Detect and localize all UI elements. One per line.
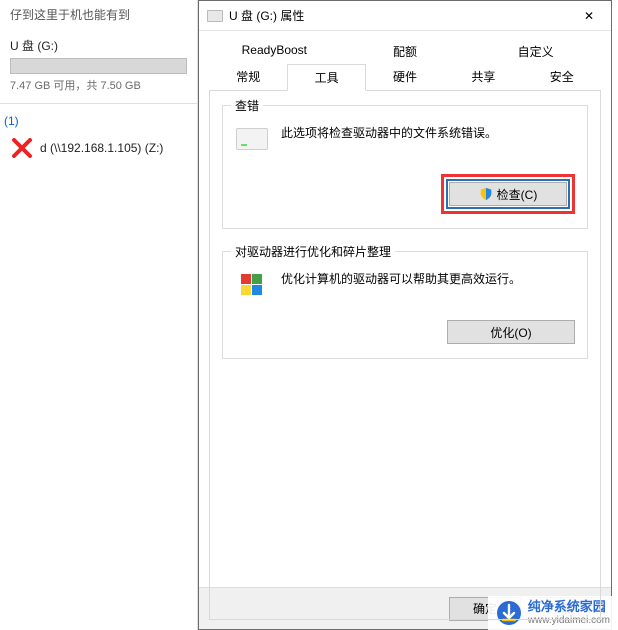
defrag-icon: [235, 268, 269, 302]
group-defrag-desc: 优化计算机的驱动器可以帮助其更高效运行。: [281, 268, 575, 302]
optimize-button[interactable]: 优化(O): [447, 320, 575, 344]
error-x-icon: [10, 136, 34, 160]
dialog-title: U 盘 (G:) 属性: [229, 7, 304, 24]
drive-usage-bar: [10, 58, 187, 74]
network-location-item[interactable]: d (\\192.168.1.105) (Z:): [0, 134, 197, 162]
drive-icon: [207, 10, 223, 22]
close-button[interactable]: ✕: [567, 1, 611, 31]
drive-card[interactable]: U 盘 (G:) 7.47 GB 可用，共 7.50 GB: [10, 37, 187, 93]
tab-row-bottom: 常规 工具 硬件 共享 安全: [209, 64, 601, 91]
check-button[interactable]: 检查(C): [449, 182, 567, 206]
titlebar: U 盘 (G:) 属性 ✕: [199, 1, 611, 31]
tabs-container: ReadyBoost 配额 自定义 常规 工具 硬件 共享 安全 查错 此选项将…: [199, 31, 611, 620]
tab-custom[interactable]: 自定义: [470, 39, 601, 64]
group-error-check: 查错 此选项将检查驱动器中的文件系统错误。: [222, 105, 588, 229]
network-location-label: d (\\192.168.1.105) (Z:): [40, 141, 163, 155]
tab-tools[interactable]: 工具: [287, 64, 365, 91]
group-error-check-legend: 查错: [231, 97, 263, 114]
drive-usage-text: 7.47 GB 可用，共 7.50 GB: [10, 77, 187, 93]
tab-readyboost[interactable]: ReadyBoost: [209, 39, 340, 64]
tab-sharing[interactable]: 共享: [444, 64, 522, 91]
close-icon: ✕: [584, 9, 594, 23]
highlight-annotation: 检查(C): [441, 174, 575, 214]
tab-row-top: ReadyBoost 配额 自定义: [209, 39, 601, 64]
drive-name: U 盘 (G:): [10, 37, 187, 54]
tab-hardware[interactable]: 硬件: [366, 64, 444, 91]
check-button-label: 检查(C): [497, 186, 538, 203]
properties-dialog: U 盘 (G:) 属性 ✕ ReadyBoost 配额 自定义 常规 工具 硬件…: [198, 0, 612, 630]
group-error-check-desc: 此选项将检查驱动器中的文件系统错误。: [281, 122, 575, 156]
drive-icon-large: [235, 122, 269, 156]
group-defrag-legend: 对驱动器进行优化和碎片整理: [231, 243, 395, 260]
sidebar-header-text: 仔到这里于机也能有到: [0, 0, 197, 29]
explorer-sidebar: 仔到这里于机也能有到 U 盘 (G:) 7.47 GB 可用，共 7.50 GB…: [0, 0, 198, 630]
tab-quota[interactable]: 配额: [340, 39, 471, 64]
tab-general[interactable]: 常规: [209, 64, 287, 91]
tab-security[interactable]: 安全: [523, 64, 601, 91]
optimize-button-label: 优化(O): [490, 324, 531, 341]
group-defrag: 对驱动器进行优化和碎片整理 优化计算机的驱动器可以帮助其更高效运行。: [222, 251, 588, 359]
divider: [0, 103, 197, 104]
tab-panel-tools: 查错 此选项将检查驱动器中的文件系统错误。: [209, 90, 601, 620]
section-count: (1): [0, 114, 197, 128]
shield-icon: [479, 187, 493, 201]
